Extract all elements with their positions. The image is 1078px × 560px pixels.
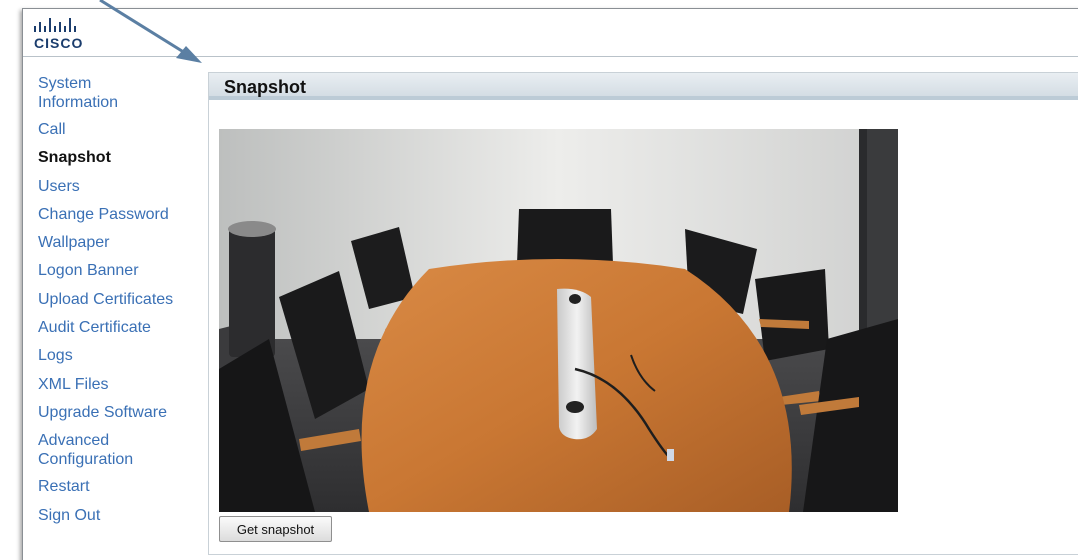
sidebar-item-logon-banner[interactable]: Logon Banner [38, 261, 203, 281]
sidebar-nav: System Information Call Snapshot Users C… [38, 74, 203, 534]
sidebar-item-restart[interactable]: Restart [38, 477, 203, 497]
sidebar-item-users[interactable]: Users [38, 177, 203, 197]
sidebar-item-upload-certificates[interactable]: Upload Certificates [38, 290, 203, 310]
sidebar-item-system-information[interactable]: System Information [38, 74, 138, 112]
header: CISCO [23, 9, 1078, 57]
sidebar-item-wallpaper[interactable]: Wallpaper [38, 233, 203, 253]
cisco-bars-icon [34, 18, 76, 32]
get-snapshot-button[interactable]: Get snapshot [219, 516, 332, 542]
page-title: Snapshot [209, 73, 1078, 100]
sidebar-item-upgrade-software[interactable]: Upgrade Software [38, 403, 203, 423]
sidebar-item-sign-out[interactable]: Sign Out [38, 506, 203, 526]
sidebar-item-xml-files[interactable]: XML Files [38, 375, 203, 395]
sidebar-item-audit-certificate[interactable]: Audit Certificate [38, 318, 203, 338]
cisco-logo: CISCO [32, 18, 92, 52]
snapshot-panel: Snapshot Get snapshot [208, 72, 1078, 555]
snapshot-image [219, 129, 898, 512]
sidebar-item-change-password[interactable]: Change Password [38, 205, 203, 225]
sidebar-item-logs[interactable]: Logs [38, 346, 203, 366]
sidebar-item-snapshot[interactable]: Snapshot [38, 148, 203, 168]
sidebar-item-call[interactable]: Call [38, 120, 203, 140]
conference-room-photo [219, 129, 898, 512]
sidebar-item-advanced-configuration[interactable]: Advanced Configuration [38, 431, 138, 469]
logo-text: CISCO [34, 35, 84, 51]
